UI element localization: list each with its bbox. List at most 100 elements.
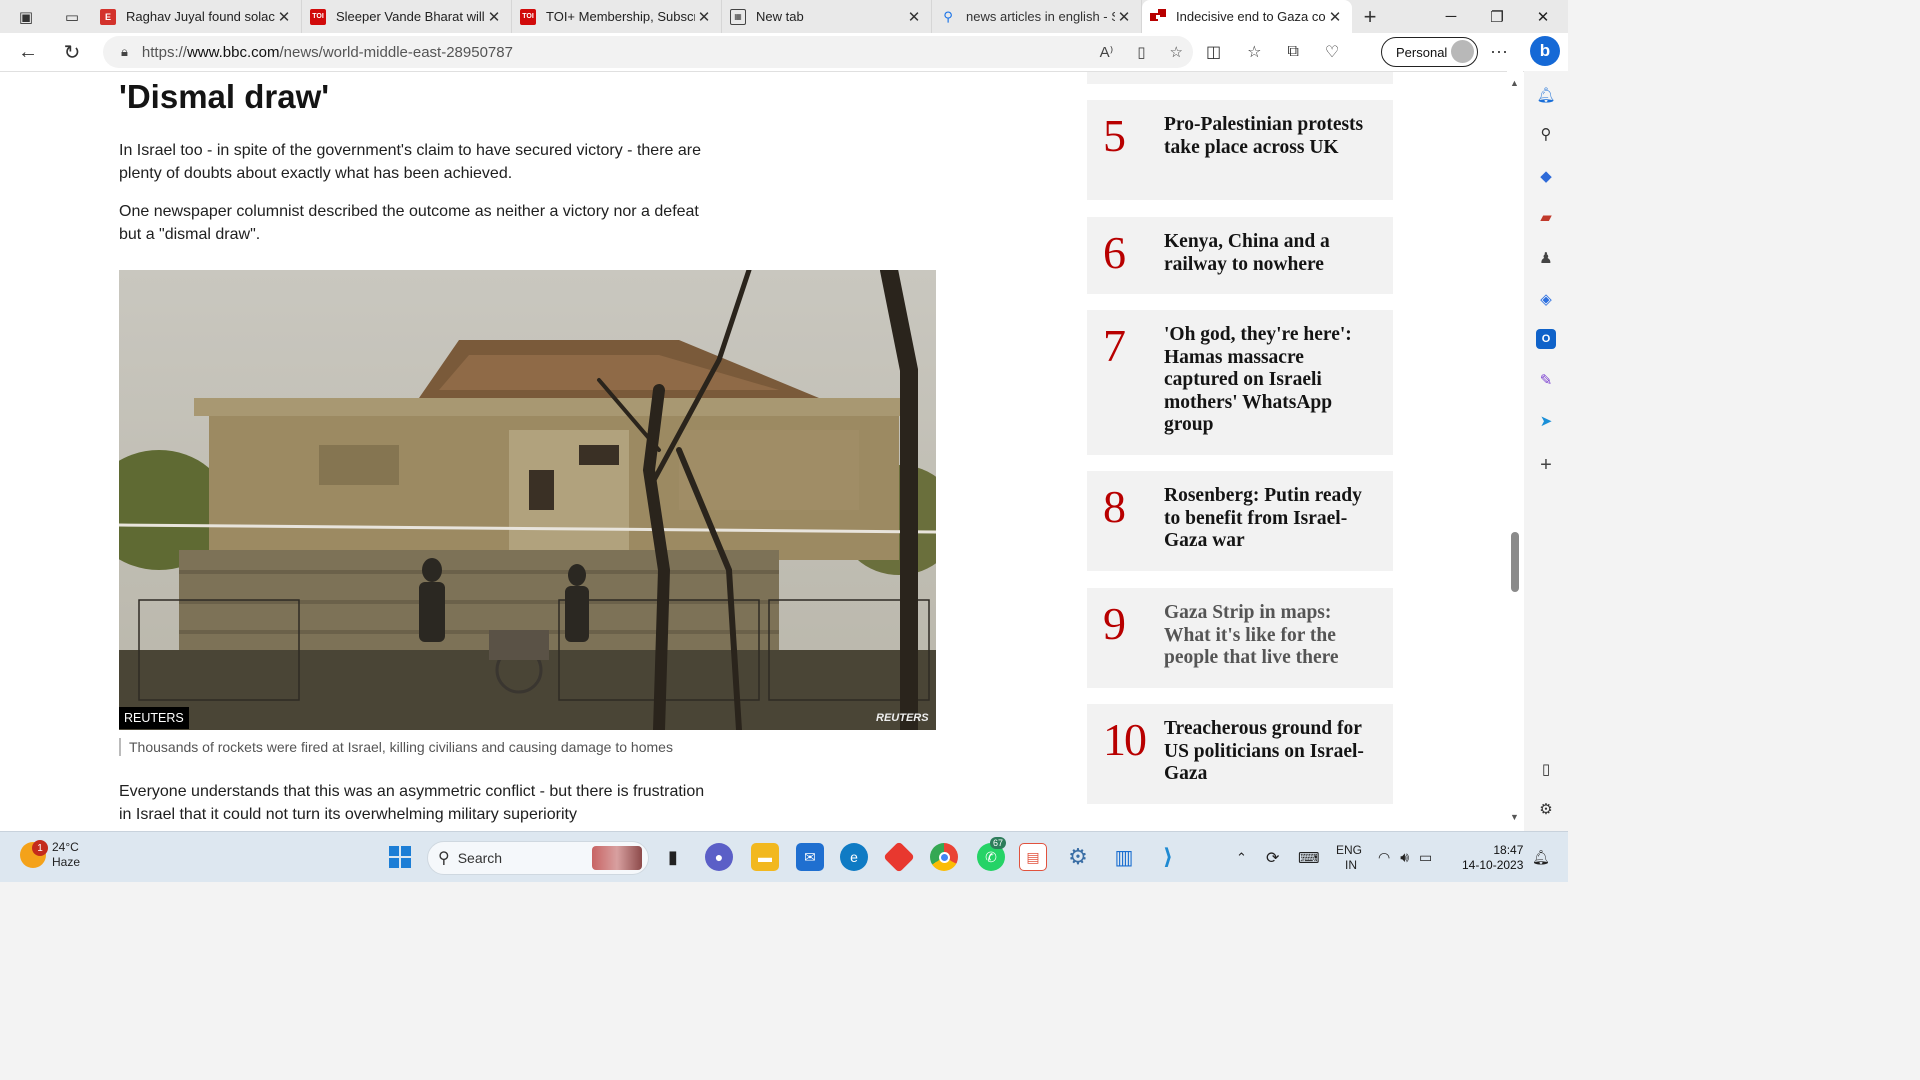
close-icon[interactable]: ✕ [905,8,923,26]
article-paragraph: One newspaper columnist described the ou… [119,203,699,243]
headline-link[interactable]: Pro-Palestinian protests take place acro… [1164,114,1382,159]
new-tab-button[interactable]: + [1352,4,1388,30]
games-icon[interactable]: ♟ [1536,248,1556,268]
shopping-tag-icon[interactable]: ◆ [1536,166,1556,186]
restore-button[interactable]: ❐ [1474,0,1520,33]
scroll-up-icon[interactable]: ▲ [1510,78,1519,88]
headline-link[interactable]: 'Oh god, they're here': Hamas massacre c… [1164,324,1382,437]
office-app-icon[interactable]: ▤ [1019,843,1047,871]
rank-number: 8 [1103,481,1126,532]
whatsapp-icon[interactable]: ✆ 67 [977,837,1007,871]
scrollbar-thumb[interactable] [1511,532,1519,592]
headline-link[interactable]: Rosenberg: Putin ready to benefit from I… [1164,485,1382,553]
back-icon[interactable]: ← [6,33,50,71]
headline-link[interactable]: Gaza Strip in maps: What it's like for t… [1164,602,1382,670]
mail-icon[interactable]: ✉ [796,843,824,871]
most-read-item[interactable]: 8 Rosenberg: Putin ready to benefit from… [1087,471,1393,571]
split-screen-icon[interactable]: ◫ [1206,42,1221,62]
edge-browser-icon[interactable]: e [840,843,868,871]
search-icon: ⚲ [438,850,450,867]
weather-widget[interactable]: 1 24°C Haze [20,840,80,870]
language-top: ENG [1336,842,1363,857]
tab-favicon: E [100,8,116,25]
rank-number: 7 [1103,320,1126,371]
settings-gear-icon[interactable]: ⚙ [1536,799,1556,819]
clock[interactable]: 18:47 14-10-2023 [1462,843,1523,873]
vscode-icon[interactable]: ⟩ [1154,843,1182,871]
task-view-icon[interactable]: ▮ [659,843,687,871]
tools-icon[interactable]: ▰ [1536,207,1556,227]
collections-icon[interactable]: ⧉ [1287,43,1298,61]
browser-tab-active[interactable]: Indecisive end to Gaza cor ✕ [1142,0,1352,33]
most-read-item[interactable]: 9 Gaza Strip in maps: What it's like for… [1087,588,1393,688]
close-icon[interactable]: ✕ [275,8,293,26]
most-read-item[interactable]: 5 Pro-Palestinian protests take place ac… [1087,100,1393,200]
tab-title: news articles in english - S [966,9,1115,24]
system-tray-icons[interactable]: ◠ 🔊︎ ▭ [1378,832,1432,883]
chrome-icon[interactable] [930,843,958,871]
volume-icon: 🔊︎ [1400,849,1410,865]
browser-tab[interactable]: TOI TOI+ Membership, Subscri ✕ [512,0,722,33]
browser-tab[interactable]: ⚲ news articles in english - S ✕ [932,0,1142,33]
settings-more-icon[interactable]: ··· [1490,33,1508,71]
notepad-icon[interactable]: ▥ [1110,843,1138,871]
refresh-icon[interactable]: ↻ [50,33,94,71]
close-icon[interactable]: ✕ [695,8,713,26]
workspaces-icon[interactable]: ▣ [0,0,52,33]
list-item-top-edge [1087,72,1393,84]
notification-center-icon[interactable]: 🔔︎ [1532,832,1550,883]
profile-button[interactable]: Personal [1381,37,1478,67]
browser-essentials-icon[interactable]: ♡ [1325,42,1339,62]
close-window-button[interactable]: ✕ [1520,0,1566,33]
file-explorer-icon[interactable]: ▬ [751,843,779,871]
add-icon[interactable]: + [1536,454,1556,476]
notification-bell-icon[interactable]: 🔔︎ [1536,85,1556,105]
article-paragraph: In Israel too - in spite of the governme… [119,142,701,182]
designer-icon[interactable]: ✎ [1536,370,1556,390]
sync-icon[interactable]: ⟳ [1266,832,1279,883]
favorite-star-icon[interactable]: ☆ [1170,43,1183,61]
article-image [119,270,936,730]
clock-date: 14-10-2023 [1462,858,1524,872]
newtab-icon: ▦ [730,8,746,25]
taskbar-search[interactable]: ⚲ Search [427,841,649,875]
browser-tab[interactable]: TOI Sleeper Vande Bharat will c ✕ [302,0,512,33]
most-read-item[interactable]: 10 Treacherous ground for US politicians… [1087,704,1393,804]
close-icon[interactable]: ✕ [1326,8,1344,26]
scrollbar[interactable] [1507,71,1523,831]
keyboard-icon[interactable]: ⌨ [1298,832,1320,883]
search-icon: ⚲ [943,8,953,24]
copilot-icon[interactable]: b [1530,36,1560,66]
outlook-icon[interactable]: O [1536,329,1556,349]
show-hidden-icons[interactable]: ⌃ [1236,832,1247,883]
scroll-down-icon[interactable]: ▼ [1510,812,1519,822]
headline-link[interactable]: Kenya, China and a railway to nowhere [1164,231,1382,276]
headline-link[interactable]: Treacherous ground for US politicians on… [1164,718,1382,786]
windows-start-icon[interactable] [386,843,414,871]
language-indicator[interactable]: ENG IN [1336,832,1362,883]
settings-gear-icon[interactable]: ⚙ [1064,843,1092,871]
minimize-button[interactable]: ─ [1428,0,1474,33]
send-icon[interactable]: ➤ [1536,411,1556,431]
tab-title: Indecisive end to Gaza cor [1176,9,1326,24]
lock-icon[interactable]: 🔒︎ [121,44,128,60]
most-read-item[interactable]: 6 Kenya, China and a railway to nowhere [1087,217,1393,294]
close-icon[interactable]: ✕ [1115,8,1133,26]
tab-actions-icon[interactable]: ▭ [52,0,92,33]
immersive-reader-icon[interactable]: ▯ [1137,43,1145,61]
most-read-item[interactable]: 7 'Oh god, they're here': Hamas massacre… [1087,310,1393,455]
close-icon[interactable]: ✕ [485,8,503,26]
sidebar-toggle-icon[interactable]: ▯ [1536,759,1556,779]
page-content: 'Dismal draw' In Israel too - in spite o… [0,71,1524,831]
battery-icon: ▭ [1419,849,1433,865]
favorites-icon[interactable]: ☆ [1247,42,1261,62]
app-diamond-icon[interactable] [883,841,915,873]
search-icon[interactable]: ⚲ [1536,124,1556,144]
teams-chat-icon[interactable]: ● [705,843,733,871]
browser-tab[interactable]: E Raghav Juyal found solace ✕ [92,0,302,33]
browser-tab[interactable]: ▦ New tab ✕ [722,0,932,33]
read-aloud-icon[interactable]: A⁾ [1100,43,1114,61]
rank-number: 9 [1103,598,1126,649]
address-bar[interactable]: 🔒︎ https://www.bbc.com/news/world-middle… [103,36,1193,68]
microsoft-365-icon[interactable]: ◈ [1536,289,1556,309]
